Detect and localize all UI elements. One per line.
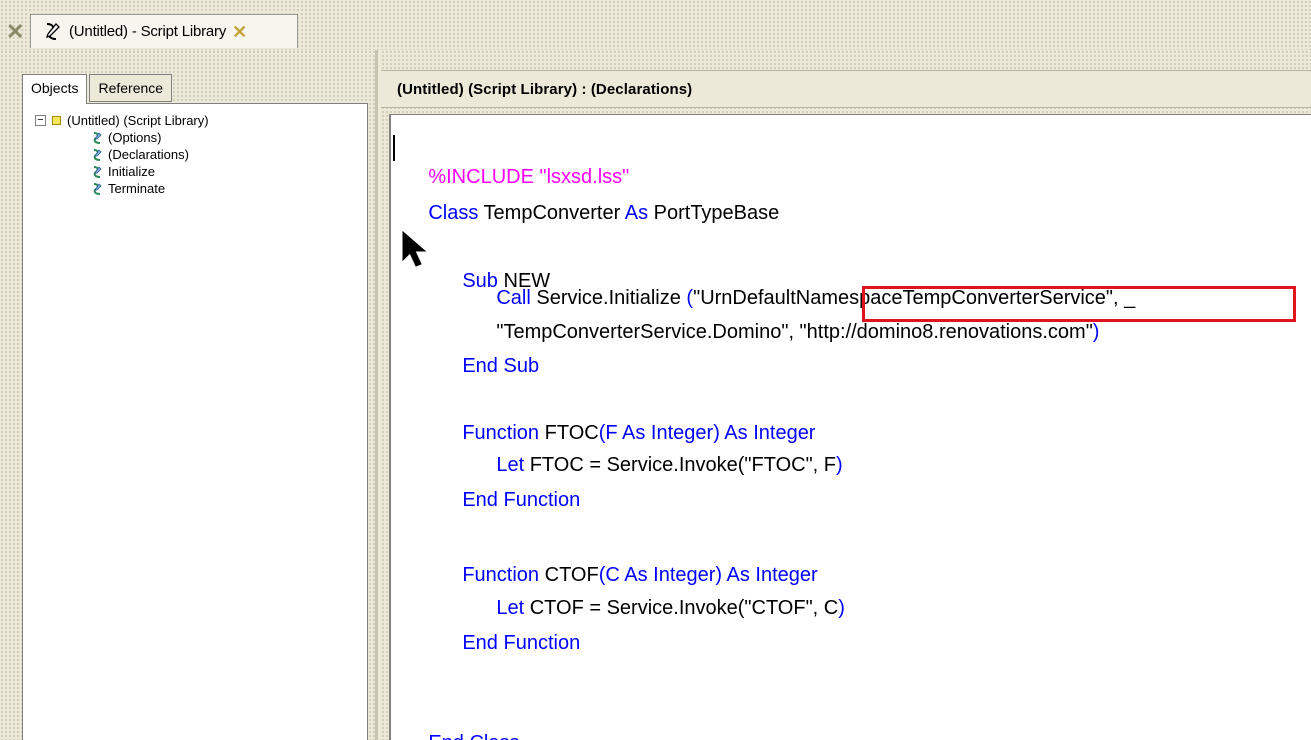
event-icon (93, 182, 102, 195)
code-line[interactable]: Class TempConverter As PortTypeBase (395, 171, 779, 224)
script-editor-pane: (Untitled) (Script Library) : (Declarati… (381, 50, 1311, 740)
code-paren: ) (1092, 321, 1100, 343)
code-editor[interactable]: %INCLUDE "lsxsd.lss" Class TempConverter… (389, 114, 1311, 740)
editor-title: (Untitled) (Script Library) : (Declarati… (397, 80, 693, 98)
tree-item-declarations[interactable]: (Declarations) (23, 146, 367, 163)
keyword: Class (428, 202, 479, 224)
code-text: "TempConverterService.Domino" (496, 321, 789, 343)
editor-header: (Untitled) (Script Library) : (Declarati… (381, 70, 1311, 108)
keyword: End Sub (462, 355, 540, 377)
document-tab-bar: ✕ (Untitled) - Script Library ✕ (0, 0, 1311, 50)
event-icon (93, 131, 102, 144)
tree-root-label: (Untitled) (Script Library) (67, 113, 209, 128)
code-paren: ) (838, 597, 845, 619)
close-pane-icon[interactable]: ✕ (6, 20, 26, 44)
tab-reference[interactable]: Reference (89, 74, 173, 102)
tree-item-label: (Declarations) (108, 147, 189, 162)
code-paren: ) (836, 454, 843, 476)
tree-item-options[interactable]: (Options) (23, 129, 367, 146)
tab-label: (Untitled) - Script Library (69, 23, 227, 40)
script-library-node-icon (52, 116, 61, 125)
code-line[interactable]: %INCLUDE "lsxsd.lss" (395, 135, 629, 188)
event-icon (93, 148, 102, 161)
code-line[interactable]: Function FTOC(F As Integer) As Integer (429, 391, 815, 444)
objects-panel: Objects Reference − (Untitled) (Script L… (0, 50, 378, 740)
event-icon (93, 165, 102, 178)
code-text: TempConverter (478, 202, 625, 224)
code-line[interactable]: End Function (429, 458, 580, 511)
keyword: As (624, 202, 649, 224)
script-library-icon (45, 22, 60, 40)
code-text-url: , "http://domino8.renovations.com" (788, 321, 1093, 343)
tree-item-label: Terminate (108, 181, 166, 196)
tree-item-initialize[interactable]: Initialize (23, 163, 367, 180)
code-line[interactable]: End Class (395, 701, 519, 740)
tree-item-terminate[interactable]: Terminate (23, 180, 367, 197)
tree-item-label: (Options) (108, 130, 162, 145)
code-line[interactable]: End Sub (429, 324, 539, 377)
keyword: End Function (462, 632, 581, 654)
keyword: End Function (462, 489, 581, 511)
code-line[interactable]: Call Service.Initialize ("UrnDefaultName… (463, 256, 1135, 309)
tree-root[interactable]: − (Untitled) (Script Library) (23, 112, 367, 129)
mouse-pointer-icon (402, 230, 427, 267)
tab-script-library[interactable]: (Untitled) - Script Library ✕ (30, 14, 298, 48)
panel-tabs: Objects Reference (22, 74, 173, 104)
code-line[interactable]: Let CTOF = Service.Invoke("CTOF", C) (463, 566, 845, 619)
code-line[interactable]: End Function (429, 601, 580, 654)
code-line[interactable]: Function CTOF(C As Integer) As Integer (429, 533, 817, 586)
keyword: End Class (428, 732, 519, 740)
collapse-icon[interactable]: − (35, 115, 46, 126)
tab-close-icon[interactable]: ✕ (232, 23, 247, 41)
tree-item-label: Initialize (108, 164, 155, 179)
code-line[interactable]: Let FTOC = Service.Invoke("FTOC", F) (463, 423, 842, 476)
tab-objects[interactable]: Objects (22, 74, 88, 104)
url-highlight-box (862, 286, 1296, 322)
code-text: PortTypeBase (648, 202, 780, 224)
object-tree: − (Untitled) (Script Library) (Options) … (22, 103, 368, 740)
